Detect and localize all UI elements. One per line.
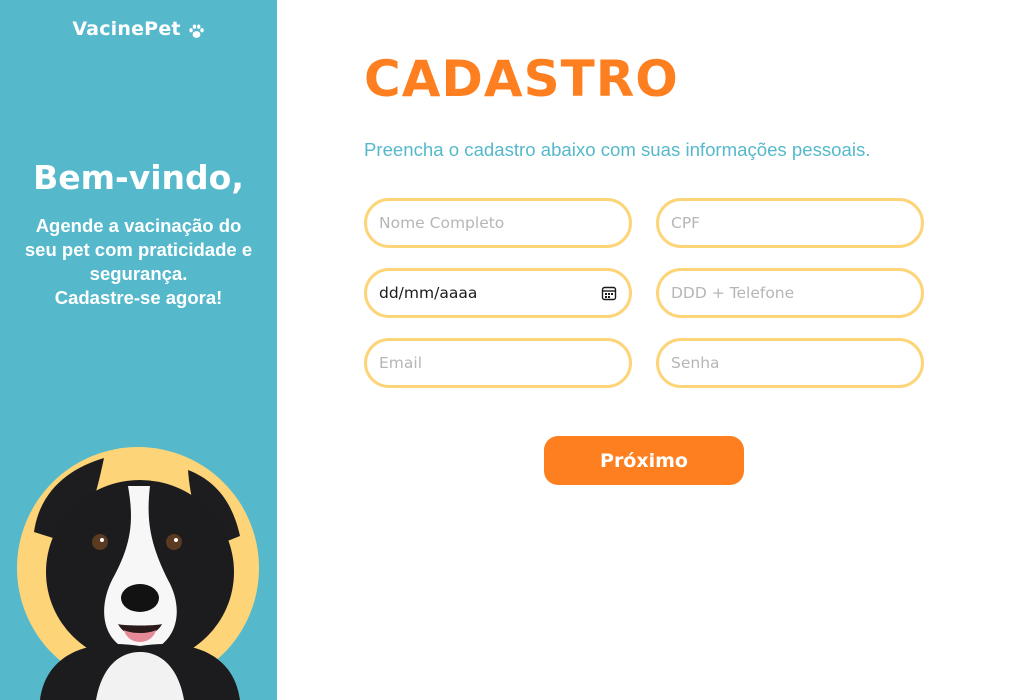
tagline-line: seu pet com praticidade e <box>24 239 253 260</box>
phone-placeholder: DDD + Telefone <box>671 284 795 302</box>
page-title: CADASTRO <box>364 50 679 108</box>
tagline: Agende a vacinação do seu pet com pratic… <box>10 214 267 310</box>
full-name-placeholder: Nome Completo <box>379 214 505 232</box>
email-input[interactable]: Email <box>364 338 632 388</box>
page-subtitle: Preencha o cadastro abaixo com suas info… <box>364 139 871 160</box>
brand-name: VacinePet <box>72 18 181 40</box>
birthdate-input[interactable]: dd/mm/aaaa <box>364 268 632 318</box>
cpf-input[interactable]: CPF <box>656 198 924 248</box>
email-placeholder: Email <box>379 354 423 372</box>
password-placeholder: Senha <box>671 354 720 372</box>
tagline-line: Cadastre-se agora! <box>54 287 223 308</box>
dog-illustration <box>17 447 259 700</box>
main-panel: CADASTRO Preencha o cadastro abaixo com … <box>277 0 1009 700</box>
next-button-label: Próximo <box>600 449 688 472</box>
brand-logo[interactable]: VacinePet <box>0 18 277 40</box>
full-name-input[interactable]: Nome Completo <box>364 198 632 248</box>
calendar-icon[interactable] <box>601 285 617 301</box>
password-input[interactable]: Senha <box>656 338 924 388</box>
birthdate-value: dd/mm/aaaa <box>379 284 478 302</box>
tagline-line: segurança. <box>89 263 188 284</box>
paw-icon <box>189 23 204 38</box>
tagline-line: Agende a vacinação do <box>35 215 242 236</box>
phone-input[interactable]: DDD + Telefone <box>656 268 924 318</box>
next-button[interactable]: Próximo <box>544 436 744 485</box>
welcome-heading: Bem-vindo, <box>33 158 244 197</box>
cpf-placeholder: CPF <box>671 214 701 232</box>
sidebar: VacinePet Bem-vindo, Agende a vacinação … <box>0 0 277 700</box>
